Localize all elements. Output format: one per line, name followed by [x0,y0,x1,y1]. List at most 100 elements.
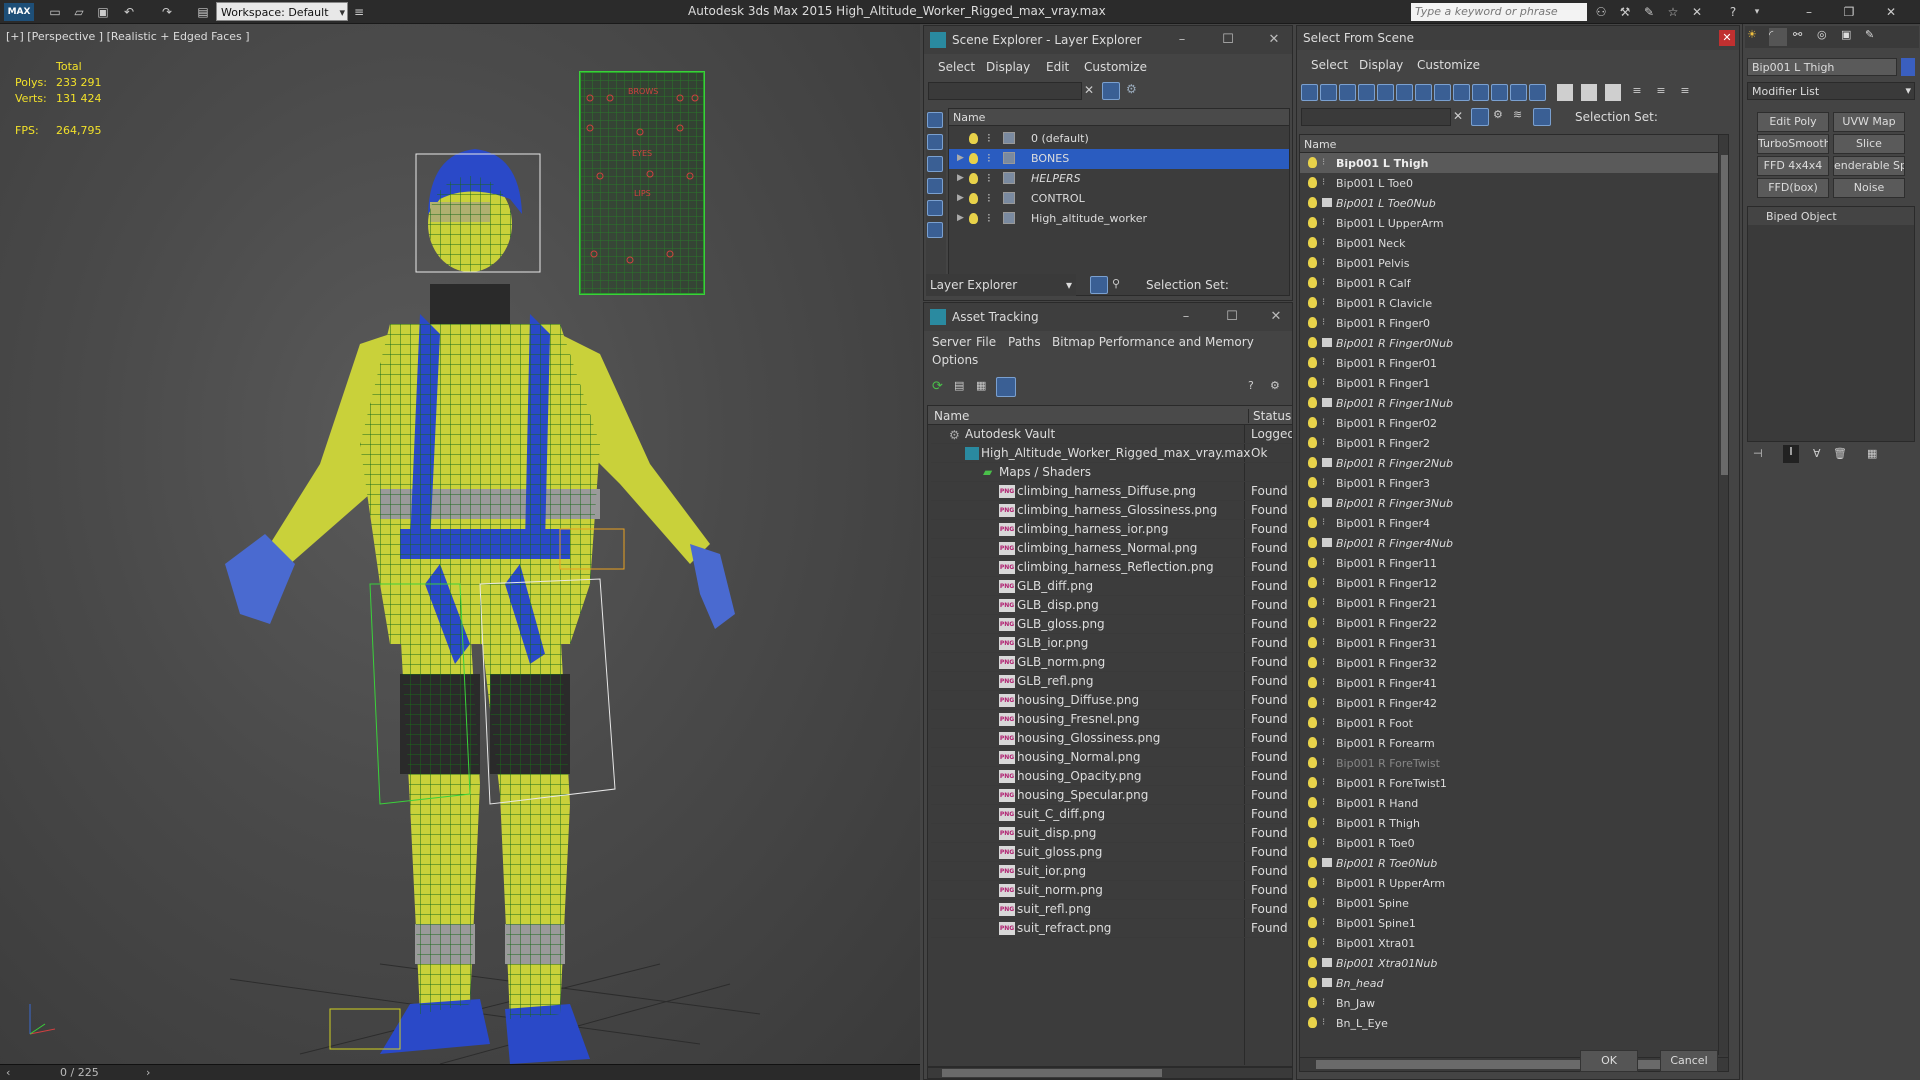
menu-paths[interactable]: Paths [1008,335,1041,349]
modifier-set-button[interactable]: Edit Poly [1757,112,1829,132]
show-end-result-icon[interactable]: I [1783,445,1799,463]
visibility-bulb-icon[interactable] [1308,837,1317,848]
display-containers-icon[interactable] [1472,84,1489,101]
visibility-bulb-icon[interactable] [1308,337,1317,348]
scene-object-row[interactable]: ⁝ Bip001 R ForeTwist1 [1300,773,1728,793]
menu-display[interactable]: Display [986,60,1030,74]
tools-icon[interactable]: ⚒ [1616,3,1634,21]
asset-file-row[interactable]: PNG suit_C_diff.png Found [931,805,1292,824]
scene-object-row[interactable]: ⁝ Bip001 L UpperArm [1300,213,1728,233]
asset-file-row[interactable]: PNG GLB_ior.png Found [931,634,1292,653]
expand-arrow-icon[interactable]: ▶ [957,213,964,223]
asset-file-row[interactable]: PNG climbing_harness_Glossiness.png Found [931,501,1292,520]
freeze-icon[interactable]: ⁝ [987,212,999,225]
display-geometry-icon[interactable] [927,112,943,128]
asset-file-row[interactable]: PNG climbing_harness_Reflection.png Found [931,558,1292,577]
scene-object-row[interactable]: ⁝ Bip001 R Finger42 [1300,693,1728,713]
table-view-icon[interactable] [996,377,1016,397]
modifier-set-button[interactable]: FFD(box) [1757,178,1829,198]
visibility-bulb-icon[interactable] [1308,637,1317,648]
menu-select[interactable]: Select [1311,58,1348,72]
max-file-row[interactable]: High_Altitude_Worker_Rigged_max_vray.max… [931,444,1292,463]
scene-object-row[interactable]: ⁝ Bip001 R Finger3 [1300,473,1728,493]
layers-icon[interactable]: ≋ [1513,108,1522,121]
visibility-bulb-icon[interactable] [1308,917,1317,928]
scene-object-row[interactable]: Bip001 R Finger0Nub [1300,333,1728,353]
scene-object-row[interactable]: ⁝ Bip001 R UpperArm [1300,873,1728,893]
menu-bitmap-performance[interactable]: Bitmap Performance and Memory [1052,335,1254,349]
workspace-dropdown[interactable]: Workspace: Default ▾ [216,2,348,21]
restore-icon[interactable]: ❐ [1840,3,1858,21]
scene-object-row[interactable]: ⁝ Bip001 R Toe0 [1300,833,1728,853]
scene-object-row[interactable]: ⁝ Bip001 R Hand [1300,793,1728,813]
scene-object-row[interactable]: ⁝ Bip001 Xtra01 [1300,933,1728,953]
help-dropdown-icon[interactable]: ▾ [1748,3,1766,21]
visibility-bulb-icon[interactable] [1308,417,1317,428]
scene-object-row[interactable]: Bip001 R Finger1Nub [1300,393,1728,413]
display-helpers-icon[interactable] [927,200,943,216]
visibility-bulb-icon[interactable] [1308,517,1317,528]
display-helpers-icon[interactable] [1377,84,1394,101]
scrollbar-thumb[interactable] [1721,155,1728,475]
minimize-icon[interactable]: – [1800,3,1818,21]
modifier-set-button[interactable]: UVW Map [1833,112,1905,132]
time-next-icon[interactable]: › [146,1066,150,1079]
asset-file-row[interactable]: PNG GLB_disp.png Found [931,596,1292,615]
scene-object-row[interactable]: Bip001 L Toe0Nub [1300,193,1728,213]
scene-object-row[interactable]: ⁝ Bip001 Pelvis [1300,253,1728,273]
close-icon[interactable]: ✕ [1882,3,1900,21]
layer-row[interactable]: ▶ ⁝ High_altitude_worker [949,209,1289,229]
visibility-bulb-icon[interactable] [1308,877,1317,888]
status-column-header[interactable]: Status [1248,409,1291,423]
asset-file-row[interactable]: PNG climbing_harness_Diffuse.png Found [931,482,1292,501]
minimize-icon[interactable]: – [1178,309,1194,324]
select-all-icon[interactable] [1557,84,1573,101]
scrollbar-thumb[interactable] [1316,1060,1706,1069]
motion-tab-icon[interactable]: ◎ [1817,28,1835,46]
scene-object-row[interactable]: ⁝ Bip001 Spine [1300,893,1728,913]
visibility-bulb-icon[interactable] [1308,457,1317,468]
visibility-bulb-icon[interactable] [1308,857,1317,868]
scene-object-row[interactable]: Bip001 Xtra01Nub [1300,953,1728,973]
asset-file-row[interactable]: PNG GLB_gloss.png Found [931,615,1292,634]
vertical-scrollbar[interactable] [1718,135,1728,1055]
new-file-icon[interactable]: ▭ [46,3,64,21]
filter-dropdown-icon[interactable]: ≡ [1629,84,1645,101]
asset-tracking-titlebar[interactable]: Asset Tracking – ☐ ✕ [924,303,1292,331]
visibility-bulb-icon[interactable] [1308,297,1317,308]
modify-tab-icon[interactable]: ◜ [1769,28,1787,46]
hierarchy-icon[interactable] [1533,108,1551,126]
asset-file-row[interactable]: PNG suit_ior.png Found [931,862,1292,881]
thumbnail-view-icon[interactable]: ▦ [976,379,992,395]
select-invert-icon[interactable] [1605,84,1621,101]
search-input[interactable]: Type a keyword or phrase [1411,3,1587,21]
modifier-set-button[interactable]: Slice [1833,134,1905,154]
modifier-set-button[interactable]: FFD 4x4x4 [1757,156,1829,176]
freeze-icon[interactable]: ⁝ [987,152,999,165]
display-bones-icon[interactable] [1453,84,1470,101]
visibility-bulb-icon[interactable] [1308,897,1317,908]
menu-customize[interactable]: Customize [1417,58,1480,72]
modifier-set-button[interactable]: TurboSmooth [1757,134,1829,154]
scene-object-row[interactable]: ⁝ Bn_L_Eye [1300,1013,1728,1033]
binoculars-icon[interactable]: ⚇ [1592,3,1610,21]
asset-file-row[interactable]: PNG GLB_refl.png Found [931,672,1292,691]
visibility-bulb-icon[interactable] [1308,1017,1317,1028]
freeze-icon[interactable]: ⁝ [987,132,999,145]
scene-object-row[interactable]: ⁝ Bip001 L Toe0 [1300,173,1728,193]
visibility-bulb-icon[interactable] [1308,677,1317,688]
freeze-icon[interactable]: ⁝ [987,172,999,185]
display-cameras-icon[interactable] [927,178,943,194]
object-name-field[interactable]: Bip001 L Thigh [1747,58,1897,76]
maps-group-row[interactable]: ▰ Maps / Shaders [931,463,1292,482]
visibility-bulb-icon[interactable] [1308,177,1317,188]
menu-customize[interactable]: Customize [1084,60,1147,74]
scene-object-row[interactable]: ⁝ Bip001 R Finger21 [1300,593,1728,613]
asset-file-row[interactable]: PNG housing_Glossiness.png Found [931,729,1292,748]
scene-object-row[interactable]: Bip001 R Finger3Nub [1300,493,1728,513]
visibility-bulb-icon[interactable] [1308,397,1317,408]
layer-options-icon[interactable]: ⚙ [1126,82,1144,100]
visibility-bulb-icon[interactable] [1308,997,1317,1008]
asset-file-row[interactable]: PNG suit_gloss.png Found [931,843,1292,862]
scene-object-row[interactable]: ⁝ Bip001 Spine1 [1300,913,1728,933]
